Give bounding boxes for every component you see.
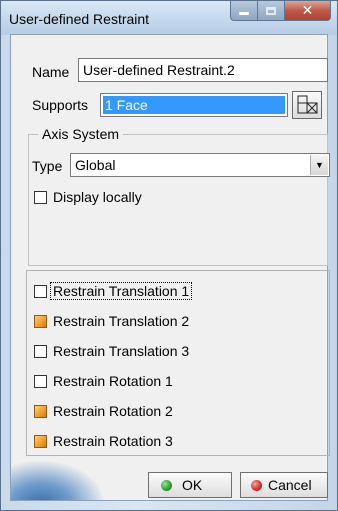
restraint-rotation-3-label: Restrain Rotation 3 (53, 433, 173, 449)
supports-picker-button[interactable] (292, 91, 322, 119)
restraint-rotation-3-checkbox[interactable] (34, 434, 47, 448)
restraint-translation-2[interactable]: Restrain Translation 2 (34, 311, 189, 331)
chevron-down-icon[interactable]: ▼ (310, 155, 328, 175)
restraint-translation-1[interactable]: Restrain Translation 1 (34, 281, 193, 301)
restraint-rotation-2-label: Restrain Rotation 2 (53, 403, 173, 419)
type-select-value: Global (75, 157, 116, 173)
restraint-rotation-2[interactable]: Restrain Rotation 2 (34, 401, 173, 421)
restraint-translation-2-checkbox[interactable] (34, 314, 47, 328)
maximize-icon (266, 6, 276, 15)
display-locally-label: Display locally (53, 189, 142, 205)
restraint-rotation-1-label: Restrain Rotation 1 (53, 373, 173, 389)
minimize-icon (239, 11, 249, 15)
title-bar[interactable]: User-defined Restraint ✕ (1, 1, 337, 35)
close-button[interactable]: ✕ (285, 1, 331, 21)
supports-selection: 1 Face (103, 96, 285, 114)
face-selection-icon (297, 95, 318, 114)
window-title: User-defined Restraint (9, 11, 150, 27)
display-locally-checkbox[interactable] (34, 190, 47, 204)
ok-button-label: OK (182, 477, 203, 493)
close-icon: ✕ (301, 2, 314, 18)
type-select[interactable]: Global ▼ (70, 153, 330, 177)
cancel-icon (251, 479, 262, 491)
restraint-translation-3[interactable]: Restrain Translation 3 (34, 341, 189, 361)
ok-icon (161, 479, 172, 491)
minimize-button[interactable] (230, 1, 258, 21)
restraint-rotation-1-checkbox[interactable] (34, 374, 47, 388)
supports-label: Supports (32, 97, 89, 113)
name-label: Name (32, 64, 70, 80)
restraint-translation-2-label: Restrain Translation 2 (53, 313, 190, 329)
footer-decoration (11, 456, 111, 500)
restraint-translation-3-checkbox[interactable] (34, 344, 47, 358)
restraint-translation-1-checkbox[interactable] (34, 284, 47, 298)
maximize-button[interactable] (258, 1, 285, 21)
restraint-rotation-3[interactable]: Restrain Rotation 3 (34, 431, 173, 451)
restraint-rotation-2-checkbox[interactable] (34, 404, 47, 418)
restraint-rotation-1[interactable]: Restrain Rotation 1 (34, 371, 173, 391)
supports-field[interactable]: 1 Face (100, 93, 288, 117)
name-field[interactable]: User-defined Restraint.2 (78, 58, 328, 82)
type-label: Type (32, 158, 63, 174)
restraint-translation-3-label: Restrain Translation 3 (53, 343, 190, 359)
ok-button[interactable]: OK (148, 472, 232, 498)
display-locally-option[interactable]: Display locally (34, 187, 142, 207)
axis-system-title: Axis System (38, 126, 124, 142)
restraint-translation-1-label: Restrain Translation 1 (50, 282, 193, 300)
cancel-button[interactable]: Cancel (240, 472, 328, 498)
cancel-button-label: Cancel (268, 477, 312, 493)
